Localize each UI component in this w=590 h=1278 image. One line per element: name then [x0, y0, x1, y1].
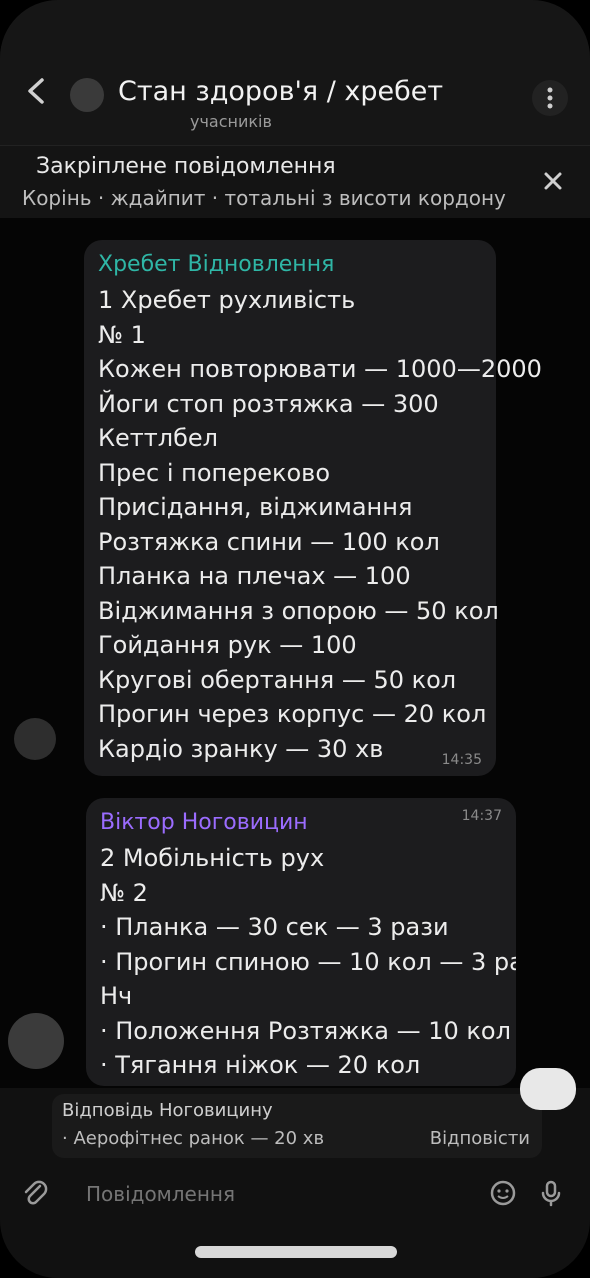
message-line: · Планка — 30 сек — 3 рази	[100, 913, 449, 941]
attach-icon[interactable]	[18, 1176, 52, 1210]
message-list[interactable]: Хребет Відновлення 1 Хребет рухливість №…	[0, 218, 590, 1088]
message-line: Гойдання рук — 100	[98, 631, 357, 659]
input-bar	[14, 1168, 576, 1218]
message-sender[interactable]: Хребет Відновлення	[98, 252, 482, 277]
composer: Відповідь Ноговицину · Аерофітнес ранок …	[0, 1068, 590, 1278]
message-input[interactable]	[84, 1178, 448, 1210]
more-icon[interactable]	[532, 80, 568, 116]
sender-avatar[interactable]	[14, 718, 56, 760]
microphone-icon[interactable]	[534, 1176, 568, 1210]
home-indicator[interactable]	[195, 1246, 397, 1258]
phone-screen: Стан здоров'я / хребет учасників Закріпл…	[0, 0, 590, 1278]
chat-subtitle: учасників	[190, 112, 272, 131]
message-line: 1 Хребет рухливість	[98, 286, 356, 314]
pinned-message-bar[interactable]: Закріплене повідомлення Корінь · ждайпит…	[0, 145, 590, 219]
group-avatar[interactable]	[70, 78, 104, 112]
scroll-down-button[interactable]	[520, 1068, 576, 1110]
message-bubble[interactable]: Віктор Ноговицин 14:37 2 Мобільність рух…	[86, 798, 516, 1086]
message-time: 14:35	[441, 752, 482, 768]
message-line: № 2	[100, 878, 148, 907]
message-bubble[interactable]: Хребет Відновлення 1 Хребет рухливість №…	[84, 240, 542, 776]
reply-title: Відповідь Ноговицину	[62, 1100, 273, 1121]
message-line: Кеттлбел	[98, 424, 219, 452]
message-line: 2 Мобільність рух	[100, 844, 325, 872]
message-line: Нч	[100, 982, 133, 1010]
message-line: Віджимання з опорою — 50 кол	[98, 596, 499, 625]
message-line: Кожен повторювати — 1000—2000	[98, 355, 542, 383]
message-line: Розтяжка спини — 100 кол	[98, 527, 440, 556]
reply-tag[interactable]: Відповісти	[430, 1128, 530, 1149]
back-icon[interactable]	[18, 72, 56, 110]
chat-title[interactable]: Стан здоров'я / хребет	[118, 76, 443, 107]
sticker-icon[interactable]	[486, 1176, 520, 1210]
message-line: Йоги стоп розтяжка — 300	[98, 389, 439, 418]
message-line: Кардіо зранку — 30 хв	[98, 734, 384, 763]
sender-avatar[interactable]	[8, 1013, 64, 1069]
message-line: Прес і попереково	[98, 458, 331, 487]
pinned-title: Закріплене повідомлення	[36, 154, 336, 179]
pinned-text: Корінь · ждайпит · тотальні з висоти кор…	[22, 186, 506, 210]
message-line: Присідання, віджимання	[98, 493, 413, 521]
message-line: · Положення Розтяжка — 10 кол	[100, 1016, 511, 1045]
reply-text: · Аерофітнес ранок — 20 хв	[62, 1128, 325, 1149]
reply-preview[interactable]: Відповідь Ноговицину · Аерофітнес ранок …	[52, 1094, 542, 1158]
message-sender[interactable]: Віктор Ноговицин	[100, 810, 502, 835]
message-line: Планка на плечах — 100	[98, 562, 411, 590]
message-line: № 1	[98, 320, 146, 349]
message-line: Прогин через корпус — 20 кол	[98, 700, 487, 728]
chat-header: Стан здоров'я / хребет учасників	[0, 0, 590, 145]
message-line: · Тягання ніжок — 20 кол	[100, 1051, 421, 1079]
pin-close-icon[interactable]	[536, 164, 570, 198]
message-line: · Прогин спиною — 10 кол — 3 рази	[100, 947, 516, 976]
message-line: Кругові обертання — 50 кол	[98, 665, 457, 694]
message-time: 14:37	[461, 808, 502, 824]
